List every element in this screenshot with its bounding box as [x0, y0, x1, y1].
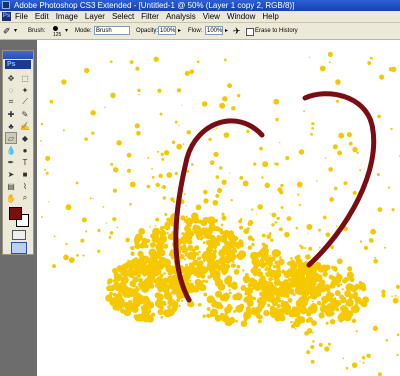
yellow-paint-splatter — [40, 51, 400, 376]
erase-history-checkbox[interactable] — [246, 28, 254, 36]
type-tool-icon[interactable]: T — [19, 156, 31, 168]
erase-history-label: Erase to History — [255, 28, 298, 34]
toolbox-logo: Ps — [5, 60, 31, 69]
menu-edit[interactable]: Edit — [35, 11, 49, 22]
canvas-artwork — [40, 51, 400, 376]
menu-file[interactable]: File — [15, 11, 28, 22]
foreground-color-swatch[interactable] — [9, 207, 22, 220]
flow-label: Flow: — [188, 28, 203, 34]
zoom-tool-icon[interactable]: ⌕ — [19, 192, 31, 204]
app-icon — [2, 1, 10, 9]
flow-input[interactable]: 100% — [205, 26, 223, 35]
menu-window[interactable]: Window — [227, 11, 255, 22]
heart-right-stroke — [302, 91, 377, 268]
eyedropper-tool-icon[interactable]: ⌇ — [19, 180, 31, 192]
notes-tool-icon[interactable]: ▤ — [5, 180, 17, 192]
dodge-tool-icon[interactable]: ● — [19, 144, 31, 156]
toolbox-panel: Ps ✥ ⬚ ◌ ✦ ⌗ ⟋ ✚ ✎ ♣ ✍ ▱ ◆ 💧 ● ✒ T ➤ ■ ▤… — [2, 50, 34, 255]
menu-bar: Ps File Edit Image Layer Select Filter A… — [0, 11, 400, 23]
healing-brush-tool-icon[interactable]: ✚ — [5, 108, 17, 120]
window-title: Adobe Photoshop CS3 Extended - [Untitled… — [14, 1, 295, 10]
mode-label: Mode: — [75, 28, 92, 34]
marquee-tool-icon[interactable]: ⬚ — [19, 72, 31, 84]
lasso-tool-icon[interactable]: ◌ — [5, 84, 17, 96]
options-bar: ✐ ▾ Brush: 125 ▾ Mode: Brush Opacity: 10… — [0, 23, 400, 40]
title-bar: Adobe Photoshop CS3 Extended - [Untitled… — [0, 0, 400, 11]
opacity-label: Opacity: — [136, 28, 159, 34]
airbrush-icon[interactable]: ✈ — [233, 23, 241, 39]
paint-bucket-tool-icon[interactable]: ◆ — [19, 132, 31, 144]
history-brush-tool-icon[interactable]: ✍ — [19, 120, 31, 132]
blur-tool-icon[interactable]: 💧 — [5, 144, 17, 156]
menu-select[interactable]: Select — [112, 11, 134, 22]
menu-layer[interactable]: Layer — [85, 11, 105, 22]
menu-view[interactable]: View — [203, 11, 220, 22]
clone-stamp-tool-icon[interactable]: ♣ — [5, 120, 17, 132]
menu-help[interactable]: Help — [262, 11, 278, 22]
tool-preset-chevron-icon[interactable]: ▾ — [14, 23, 17, 39]
brush-picker-chevron-icon[interactable]: ▾ — [65, 23, 68, 39]
brush-tool-icon[interactable]: ✎ — [19, 108, 31, 120]
slice-tool-icon[interactable]: ⟋ — [19, 96, 31, 108]
opacity-input[interactable]: 100% — [158, 26, 176, 35]
shape-tool-icon[interactable]: ■ — [19, 168, 31, 180]
pen-tool-icon[interactable]: ✒ — [5, 156, 17, 168]
hand-tool-icon[interactable]: ✋ — [5, 192, 17, 204]
path-selection-tool-icon[interactable]: ➤ — [5, 168, 17, 180]
opacity-slider-chevron-icon[interactable]: ▸ — [178, 23, 181, 39]
document-canvas[interactable] — [37, 40, 400, 376]
brush-label: Brush: — [28, 28, 46, 34]
eraser-tool-icon-active[interactable]: ▱ — [5, 132, 17, 144]
magic-wand-tool-icon[interactable]: ✦ — [19, 84, 31, 96]
menu-filter[interactable]: Filter — [141, 11, 159, 22]
move-tool-icon[interactable]: ✥ — [5, 72, 17, 84]
toolbox-header[interactable] — [3, 51, 33, 59]
quick-mask-icon[interactable] — [12, 230, 26, 240]
flow-slider-chevron-icon[interactable]: ▸ — [225, 23, 228, 39]
crop-tool-icon[interactable]: ⌗ — [5, 96, 17, 108]
screen-mode-icon[interactable] — [11, 242, 27, 254]
menu-analysis[interactable]: Analysis — [166, 11, 196, 22]
ps-menu-logo[interactable]: Ps — [2, 12, 11, 21]
eraser-tool-icon[interactable]: ✐ — [3, 23, 11, 39]
mode-select[interactable]: Brush — [94, 26, 130, 35]
menu-image[interactable]: Image — [56, 11, 78, 22]
